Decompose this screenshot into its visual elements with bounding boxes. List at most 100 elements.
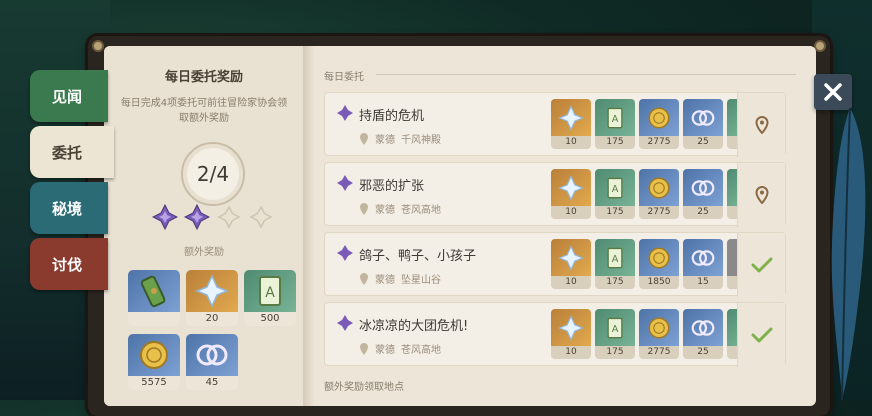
mora-icon [639, 309, 679, 346]
svg-text:A: A [265, 285, 275, 301]
quest-rewards: 10 A 175 1850 15 [551, 239, 743, 289]
svg-text:A: A [612, 114, 619, 125]
quest-row[interactable]: 鸽子、鸭子、小孩子 蒙德 坠星山谷 10 A 175 1850 15 [324, 232, 786, 297]
exp-book-icon: A [595, 239, 635, 276]
check-icon [751, 327, 772, 343]
reward-primogem[interactable]: 10 [551, 309, 591, 359]
close-icon [824, 83, 842, 101]
rewards-description: 每日完成4项委托可前往冒险家协会领取额外奖励 [120, 98, 288, 124]
quest-status[interactable] [737, 93, 785, 157]
scroll-icon [128, 270, 180, 312]
quest-name: 邪恶的扩张 [359, 179, 425, 194]
primogem-icon [551, 239, 591, 276]
tab-jianwen[interactable]: 见闻 [30, 70, 108, 122]
tab-taofa[interactable]: 讨伐 [30, 238, 108, 290]
svg-text:A: A [612, 184, 619, 195]
reward-friendship[interactable]: 25 [683, 309, 723, 359]
quest-name: 持盾的危机 [359, 109, 425, 124]
reward-friendship[interactable]: 25 [683, 169, 723, 219]
quest-row[interactable]: 持盾的危机 蒙德 千风神殿 10 A 175 2775 25 [324, 92, 786, 157]
bonus-item-mora[interactable]: 5575 [128, 334, 180, 390]
tab-mijing[interactable]: 秘境 [30, 182, 108, 234]
exp-book-icon: A [595, 99, 635, 136]
quest-status[interactable] [737, 233, 785, 297]
progress-text: 2/4 [196, 162, 230, 186]
quest-name: 冰凉凉的大团危机! [359, 319, 469, 334]
reward-primogem[interactable]: 10 [551, 99, 591, 149]
primogem-icon [551, 169, 591, 206]
pin-icon [754, 186, 769, 204]
rivet-icon [92, 40, 104, 52]
commission-icon [337, 315, 353, 331]
reward-exp[interactable]: A 175 [595, 99, 635, 149]
exp-book-icon: A [244, 270, 296, 312]
star-filled-icon [183, 203, 211, 231]
star-empty-icon [216, 204, 242, 230]
divider [376, 74, 796, 75]
quest-name: 鸽子、鸭子、小孩子 [359, 249, 477, 264]
mora-icon [639, 169, 679, 206]
friendship-icon [186, 334, 238, 376]
tab-weituo[interactable]: 委托 [30, 126, 114, 178]
quest-row[interactable]: 邪恶的扩张 蒙德 苍风高地 10 A 175 2775 25 [324, 162, 786, 227]
friendship-icon [683, 309, 723, 346]
section-bonus-location: 额外奖励领取地点 [324, 382, 404, 393]
reward-exp[interactable]: A 175 [595, 239, 635, 289]
quest-rewards: 10 A 175 2775 25 [551, 309, 743, 359]
reward-friendship[interactable]: 25 [683, 99, 723, 149]
section-daily-commissions: 每日委托 [324, 68, 796, 83]
location-icon [360, 132, 368, 145]
commission-icon [337, 105, 353, 121]
bonus-item-exp-book[interactable]: A 500 [244, 270, 296, 326]
location-icon [360, 202, 368, 215]
feather-decoration [831, 107, 866, 400]
quest-row[interactable]: 冰凉凉的大团危机! 蒙德 苍风高地 10 A 175 2775 25 [324, 302, 786, 367]
friendship-icon [683, 169, 723, 206]
commission-icon [337, 175, 353, 191]
primogem-icon [551, 309, 591, 346]
quest-location: 蒙德 坠星山谷 [359, 271, 441, 286]
rewards-title: 每日委托奖励 [164, 70, 243, 85]
reward-mora[interactable]: 2775 [639, 169, 679, 219]
pin-icon [754, 116, 769, 134]
book-spine [304, 46, 314, 406]
star-filled-icon [151, 203, 179, 231]
location-icon [360, 272, 368, 285]
bonus-item-friendship[interactable]: 45 [186, 334, 238, 390]
quest-location: 蒙德 苍风高地 [359, 201, 441, 216]
bonus-item-primogem[interactable]: 20 [186, 270, 238, 326]
quest-rewards: 10 A 175 2775 25 [551, 169, 743, 219]
check-icon [751, 257, 772, 273]
mora-icon [128, 334, 180, 376]
reward-mora[interactable]: 2775 [639, 99, 679, 149]
reward-mora[interactable]: 1850 [639, 239, 679, 289]
primogem-icon [551, 99, 591, 136]
progress-stars [148, 203, 278, 231]
exp-book-icon: A [595, 169, 635, 206]
exp-book-icon: A [595, 309, 635, 346]
quest-status[interactable] [737, 303, 785, 367]
primogem-icon [186, 270, 238, 312]
reward-mora[interactable]: 2775 [639, 309, 679, 359]
bonus-label: 额外奖励 [184, 247, 224, 258]
quest-location: 蒙德 千风神殿 [359, 131, 441, 146]
mora-icon [639, 239, 679, 276]
mora-icon [639, 99, 679, 136]
location-icon [360, 342, 368, 355]
commission-icon [337, 245, 353, 261]
friendship-icon [683, 239, 723, 276]
star-empty-icon [248, 204, 274, 230]
progress-counter: 2/4 [181, 142, 245, 206]
reward-primogem[interactable]: 10 [551, 239, 591, 289]
bonus-item-scroll[interactable] [128, 270, 180, 326]
svg-text:A: A [612, 324, 619, 335]
quest-location: 蒙德 苍风高地 [359, 341, 441, 356]
quest-rewards: 10 A 175 2775 25 [551, 99, 743, 149]
svg-text:A: A [612, 254, 619, 265]
friendship-icon [683, 99, 723, 136]
quest-status[interactable] [737, 163, 785, 227]
reward-exp[interactable]: A 175 [595, 169, 635, 219]
reward-exp[interactable]: A 175 [595, 309, 635, 359]
reward-friendship[interactable]: 15 [683, 239, 723, 289]
reward-primogem[interactable]: 10 [551, 169, 591, 219]
